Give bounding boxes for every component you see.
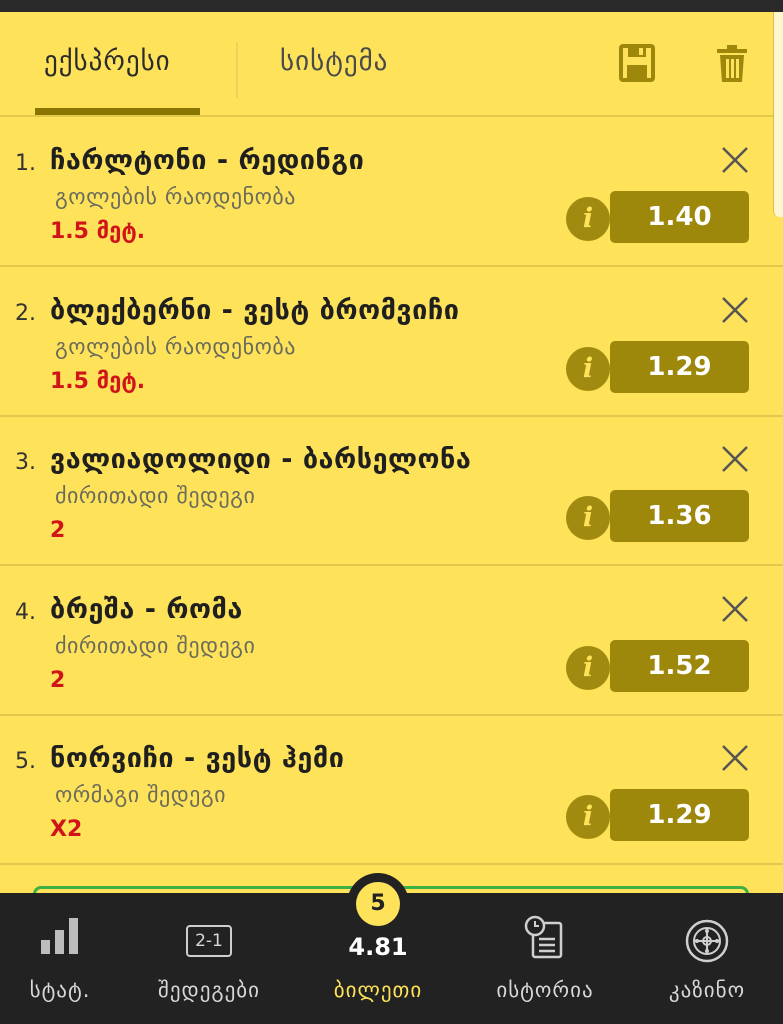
nav-stats[interactable]: სტატ. [0,893,120,1024]
bet-type-tabs: ექსპრესი სისტემა [0,12,783,117]
nav-casino-label: კაზინო [668,978,746,1002]
status-bar [0,0,783,12]
bet-number: 2. [15,301,36,326]
odds-button[interactable]: 1.52 [610,640,749,692]
nav-stats-label: სტატ. [29,978,91,1002]
bet-pick: 2 [50,518,66,543]
bet-pick: 2 [50,668,66,693]
bet-pick: 1.5 მეტ. [50,219,146,244]
remove-bet-close-icon[interactable] [720,295,750,325]
info-icon[interactable]: i [566,795,610,839]
ticket-count: 5 [356,882,400,926]
nav-results[interactable]: 2-1 შედეგები [138,893,280,1024]
save-icon[interactable] [619,44,655,84]
bet-market: გოლების რაოდენობა [55,335,296,360]
bar-chart-icon [41,918,79,958]
active-tab-indicator [35,108,200,115]
info-icon[interactable]: i [566,197,610,241]
bet-pick: X2 [50,817,83,842]
bet-pick: 1.5 მეტ. [50,369,146,394]
nav-history-label: ისტორია [496,978,594,1002]
scoreboard-icon-text: 2-1 [186,925,232,957]
bet-row: 4. ბრეშა - რომა ძირითადი შედეგი 2 i 1.52 [0,566,783,716]
bet-match-title: ბლექბერნი - ვესტ ბრომვიჩი [50,295,460,326]
odds-button[interactable]: 1.29 [610,341,749,393]
tab-divider [236,42,238,98]
bet-number: 3. [15,450,36,475]
nav-results-label: შედეგები [158,978,260,1002]
remove-bet-close-icon[interactable] [720,145,750,175]
trash-icon[interactable] [716,44,752,84]
ticket-total-odds: 4.81 [348,933,408,961]
odds-button[interactable]: 1.36 [610,490,749,542]
nav-history[interactable]: ისტორია [478,893,612,1024]
roulette-icon [685,919,729,967]
bet-row: 2. ბლექბერნი - ვესტ ბრომვიჩი გოლების რაოდე… [0,267,783,417]
bet-number: 4. [15,600,36,625]
bet-row: 3. ვალიადოლიდი - ბარსელონა ძირითადი შედეგი… [0,416,783,566]
scoreboard-icon: 2-1 [186,925,232,957]
odds-button[interactable]: 1.40 [610,191,749,243]
history-clock-document-icon [524,915,566,963]
info-icon[interactable]: i [566,646,610,690]
info-icon[interactable]: i [566,496,610,540]
nav-casino[interactable]: კაზინო [652,893,762,1024]
tab-express[interactable]: ექსპრესი [44,46,171,77]
bet-match-title: ვალიადოლიდი - ბარსელონა [50,444,472,475]
bet-market: ორმაგი შედეგი [55,783,227,808]
nav-ticket-label: ბილეთი [333,978,423,1002]
bet-market: გოლების რაოდენობა [55,185,296,210]
bet-match-title: ბრეშა - რომა [50,594,243,625]
info-icon[interactable]: i [566,347,610,391]
bet-row: 1. ჩარლტონი - რედინგი გოლების რაოდენობა 1.5… [0,117,783,267]
tab-system[interactable]: სისტემა [280,46,388,77]
bet-number: 1. [15,151,36,176]
bet-match-title: ნორვიჩი - ვესტ ჰემი [50,743,345,774]
remove-bet-close-icon[interactable] [720,444,750,474]
bet-number: 5. [15,749,36,774]
bet-market: ძირითადი შედეგი [55,634,256,659]
remove-bet-close-icon[interactable] [720,594,750,624]
remove-bet-close-icon[interactable] [720,743,750,773]
odds-button[interactable]: 1.29 [610,789,749,841]
ticket-count-badge[interactable]: 5 [347,873,409,935]
bet-row: 5. ნორვიჩი - ვესტ ჰემი ორმაგი შედეგი X2 i 1.2… [0,715,783,865]
bet-match-title: ჩარლტონი - რედინგი [50,145,365,176]
bet-market: ძირითადი შედეგი [55,484,256,509]
